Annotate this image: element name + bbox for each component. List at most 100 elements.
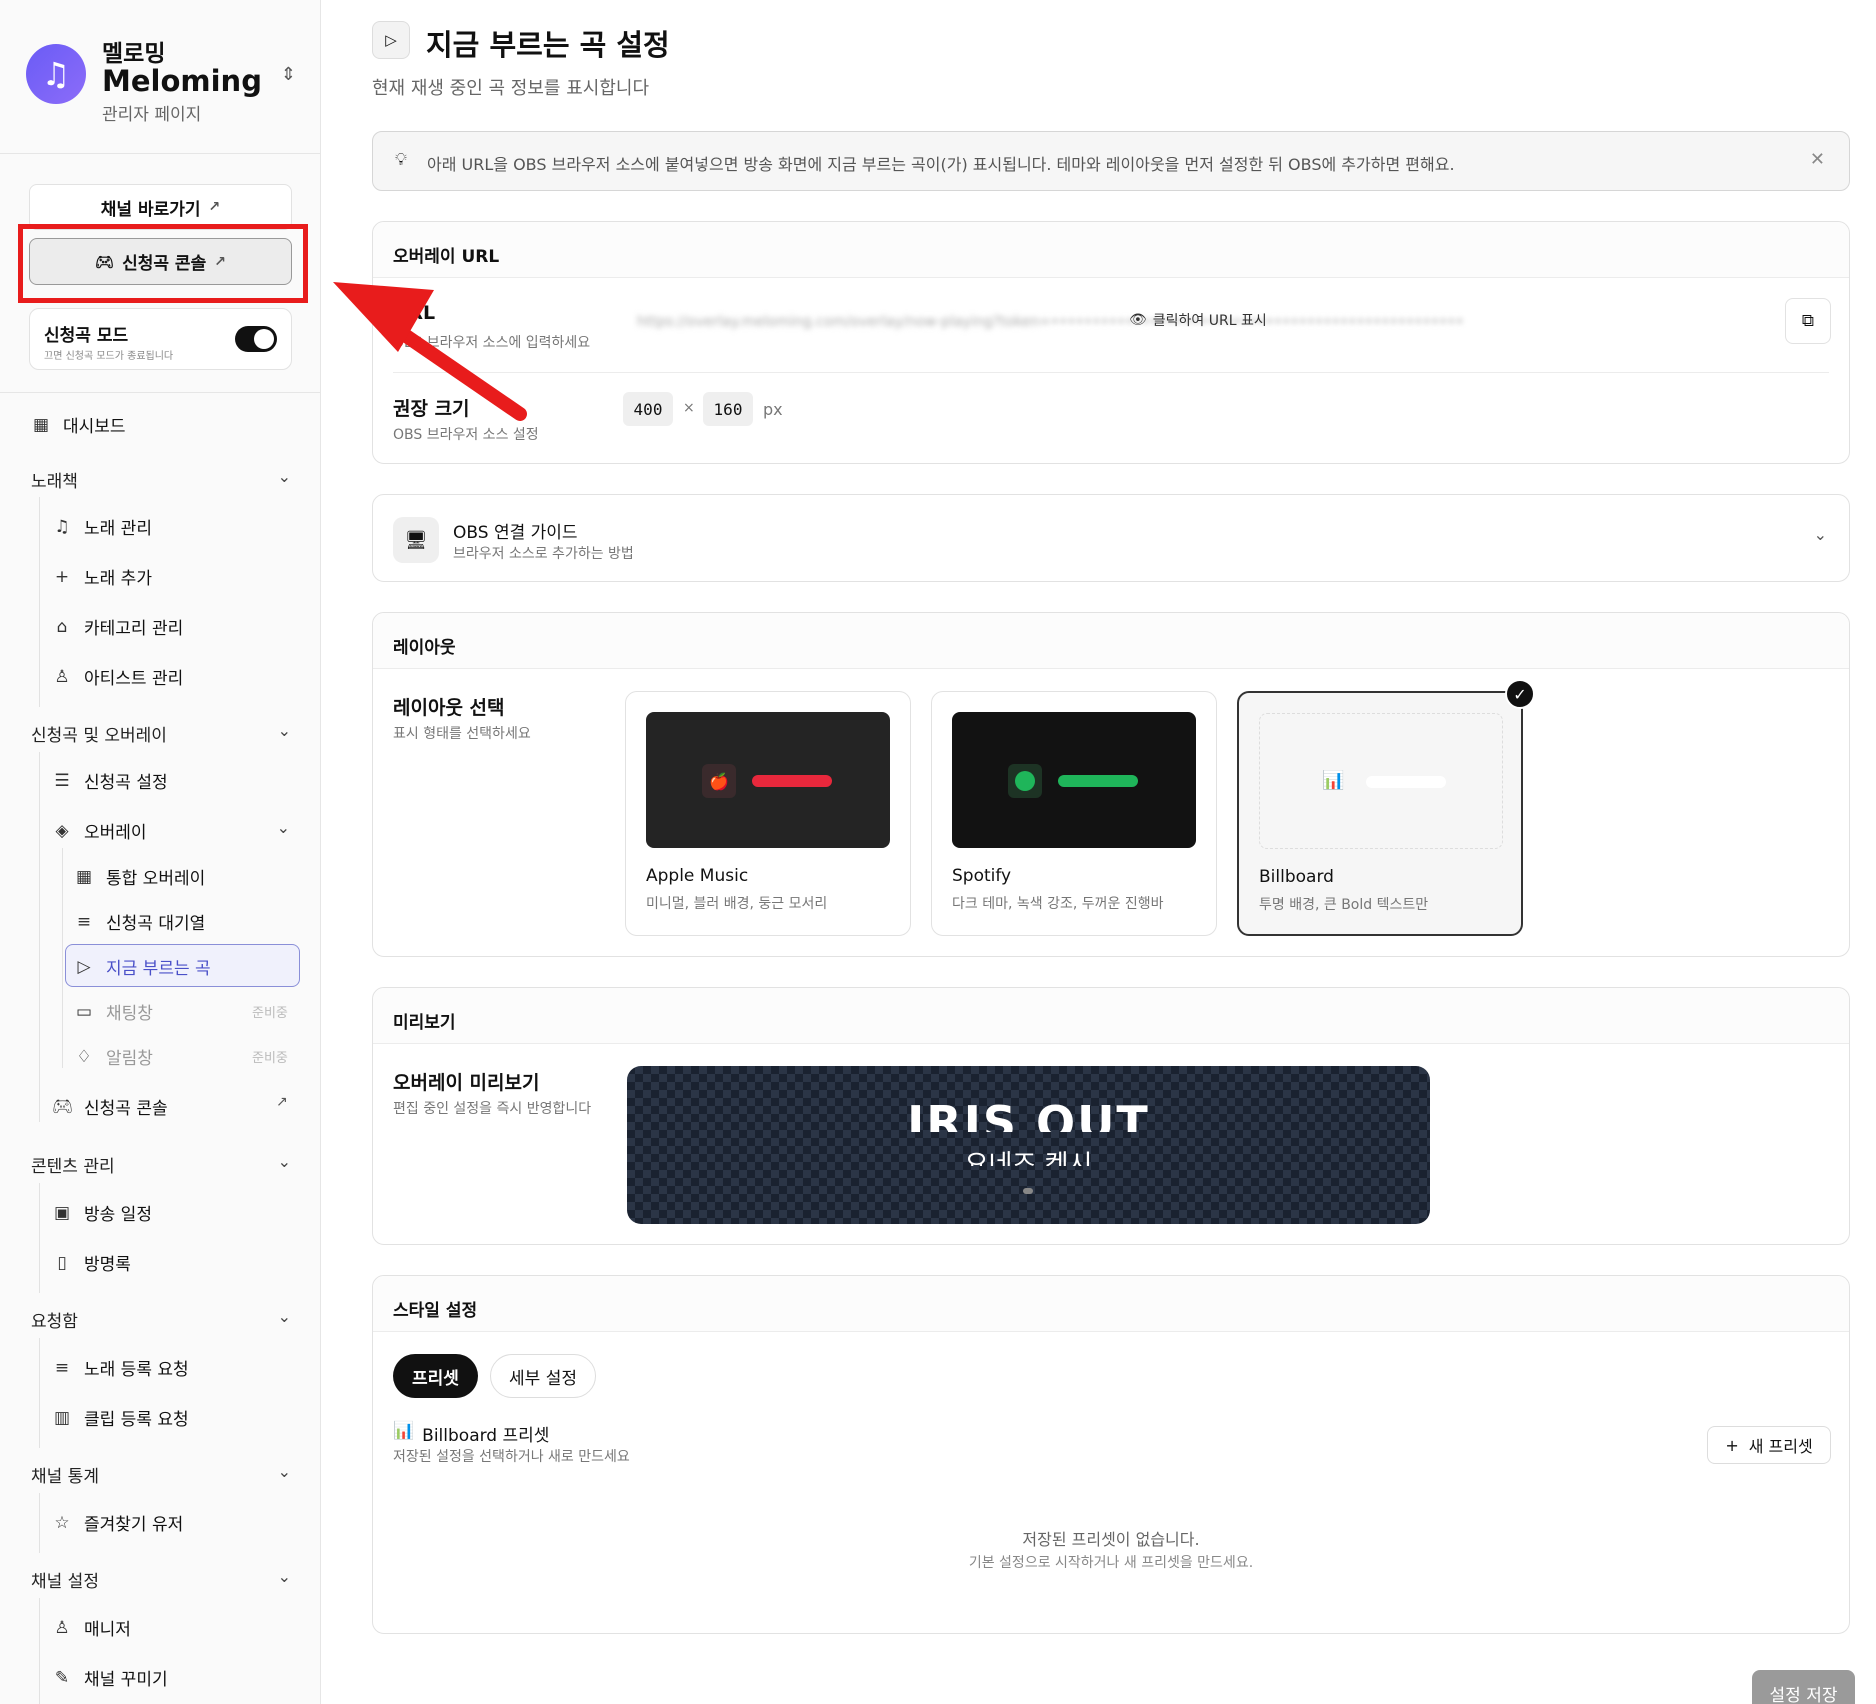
green-dot-icon	[1008, 764, 1042, 798]
sidebar-item-label: 신청곡 설정	[84, 773, 168, 793]
sidebar-item-song-add[interactable]: + 노래 추가	[52, 564, 152, 590]
preview-artist: 요네즈 켄시	[964, 1150, 1093, 1166]
channel-link-label: 채널 바로가기	[100, 199, 201, 220]
card-header: 스타일 설정	[373, 1276, 1849, 1332]
sidebar-item-manager[interactable]: ♙ 매니저	[52, 1615, 131, 1641]
tree-line	[39, 1598, 40, 1704]
sidebar-item-song-manage[interactable]: ♫ 노래 관리	[52, 514, 152, 540]
sidebar-item-now-playing-content[interactable]: ▷ 지금 부르는 곡	[74, 954, 211, 980]
eye-icon: 👁︎	[1129, 312, 1147, 328]
divider	[393, 372, 1829, 373]
style-card: 스타일 설정 프리셋 세부 설정 📊 Billboard 프리셋 저장된 설정을…	[372, 1275, 1850, 1634]
divider	[0, 392, 320, 393]
copy-url-button[interactable]: ⧉	[1785, 298, 1831, 344]
obs-guide-card[interactable]: 🖥︎ OBS 연결 가이드 브라우저 소스로 추가하는 방법 ⌄	[372, 494, 1850, 582]
layout-option-desc: 미니멀, 블러 배경, 둥근 모서리	[646, 896, 828, 912]
sidebar-item-category[interactable]: ⌂ 카테고리 관리	[52, 614, 184, 640]
overlay-preview: IRIS OUT 요네즈 켄시	[627, 1066, 1430, 1224]
sidebar-item-artist[interactable]: ♙ 아티스트 관리	[52, 664, 183, 690]
sidebar-item-label: 채팅창	[106, 1004, 153, 1024]
tree-line	[39, 1338, 40, 1448]
sidebar-item-chat: ▭ 채팅창	[74, 999, 153, 1025]
sidebar-item-dashboard[interactable]: ▦ 대시보드	[31, 412, 126, 438]
page-subtitle: 현재 재생 중인 곡 정보를 표시합니다	[372, 78, 650, 99]
sidebar-item-label: 지금 부르는 곡	[106, 959, 211, 979]
layout-preview-thumbnail: 🍎	[646, 712, 890, 848]
sidebar-item-guestbook[interactable]: ▯ 방명록	[52, 1250, 131, 1276]
group-stats[interactable]: 채널 통계 ⌄	[31, 1462, 291, 1487]
chevron-up-down-icon[interactable]: ⇕	[281, 64, 296, 85]
group-request-overlay[interactable]: 신청곡 및 오버레이 ⌄	[31, 721, 291, 746]
calendar-icon: ▣	[53, 1202, 71, 1223]
external-link-icon[interactable]: ↗	[276, 1094, 288, 1110]
tree-line	[39, 497, 40, 707]
copy-icon: ⧉	[1801, 311, 1815, 331]
sidebar-item-request-console[interactable]: 🎮︎ 신청곡 콘솔	[52, 1094, 168, 1120]
recommended-size-sublabel: OBS 브라우저 소스 설정	[393, 427, 539, 443]
card-header: 미리보기	[373, 988, 1849, 1044]
overlay-preview-sublabel: 편집 중인 설정을 즉시 반영합니다	[393, 1101, 592, 1117]
brand[interactable]: ♫ 멜로밍 Meloming 관리자 페이지 ⇕	[26, 34, 296, 126]
url-sublabel: OBS 브라우저 소스에 입력하세요	[393, 335, 591, 351]
plus-icon: +	[1725, 1435, 1739, 1455]
layout-option-billboard[interactable]: 📊 Billboard 투명 배경, 큰 Bold 텍스트만 ✓	[1237, 679, 1535, 936]
sidebar-item-decorate[interactable]: ✎ 채널 꾸미기	[52, 1665, 168, 1691]
reveal-url-button[interactable]: 👁︎ 클릭하여 URL 표시	[1129, 310, 1267, 330]
preset-title-text: Billboard 프리셋	[422, 1426, 550, 1446]
sidebar-item-label: 클립 등록 요청	[84, 1410, 189, 1430]
chevron-down-icon: ⌄	[277, 1462, 291, 1481]
sidebar-item-request-queue[interactable]: ≡ 신청곡 대기열	[74, 909, 205, 935]
new-preset-label: 새 프리셋	[1748, 1437, 1813, 1456]
sidebar-item-label: 오버레이	[84, 823, 147, 843]
music-note-logo-icon: ♫	[26, 44, 86, 104]
sidebar-item-overlay[interactable]: ◈ 오버레이	[52, 818, 147, 844]
sidebar-item-unified-overlay[interactable]: ▦ 통합 오버레이	[74, 864, 206, 890]
sidebar-item-request-settings[interactable]: ☰ 신청곡 설정	[52, 768, 168, 794]
preset-title: 📊 Billboard 프리셋	[393, 1421, 549, 1446]
sidebar-item-favorite-users[interactable]: ☆ 즐겨찾기 유저	[52, 1510, 183, 1536]
group-songbook[interactable]: 노래책 ⌄	[31, 467, 291, 492]
sidebar-item-schedule[interactable]: ▣ 방송 일정	[52, 1200, 152, 1226]
close-icon[interactable]: ✕	[1810, 149, 1825, 170]
user-key-icon: ♙	[54, 1617, 70, 1638]
save-settings-button[interactable]: 설정 저장	[1752, 1670, 1855, 1704]
chat-bubble-icon: ▭	[75, 1001, 93, 1022]
overlay-preview-label: 오버레이 미리보기	[393, 1072, 540, 1094]
group-content[interactable]: 콘텐츠 관리 ⌄	[31, 1152, 291, 1177]
gamepad-icon: 🎮︎	[52, 1096, 74, 1117]
chevron-down-icon[interactable]: ⌄	[1814, 525, 1827, 544]
queue-icon: ≡	[76, 911, 92, 932]
brand-name-en: Meloming	[102, 64, 262, 98]
group-label: 콘텐츠 관리	[31, 1157, 115, 1177]
sidebar-item-label: 방명록	[84, 1255, 131, 1275]
group-inbox[interactable]: 요청함 ⌄	[31, 1307, 291, 1332]
new-preset-button[interactable]: + 새 프리셋	[1707, 1426, 1831, 1464]
times-sign: ×	[683, 400, 695, 416]
sidebar-item-song-request[interactable]: ≡ 노래 등록 요청	[52, 1355, 189, 1381]
request-mode-toggle[interactable]	[235, 326, 277, 352]
sidebar-item-label: 노래 관리	[84, 519, 152, 539]
recommended-size-label: 권장 크기	[393, 398, 470, 420]
sidebar-item-label: 노래 추가	[84, 569, 152, 589]
layout-preview-thumbnail	[952, 712, 1196, 848]
sidebar-item-clip-request[interactable]: ▥ 클립 등록 요청	[52, 1405, 189, 1431]
sidebar-item-label: 통합 오버레이	[106, 869, 206, 889]
preview-song-title: IRIS OUT	[907, 1096, 1150, 1132]
empty-state-subtitle: 기본 설정으로 시작하거나 새 프리셋을 만드세요.	[968, 1555, 1254, 1571]
tab-detail-settings[interactable]: 세부 설정	[490, 1354, 596, 1398]
card-header: 레이아웃	[373, 613, 1849, 669]
tab-presets[interactable]: 프리셋	[393, 1354, 478, 1398]
empty-state-title: 저장된 프리셋이 없습니다.	[1022, 1530, 1200, 1549]
layout-preview-thumbnail: 📊	[1259, 713, 1503, 849]
brand-name-ko: 멜로밍	[102, 41, 166, 67]
bell-icon: ♢	[76, 1046, 92, 1067]
music-note-icon: ♫	[54, 516, 70, 537]
brand-subtitle: 관리자 페이지	[102, 105, 202, 125]
user-icon: ♙	[54, 666, 70, 687]
layout-option-spotify[interactable]: Spotify 다크 테마, 녹색 강조, 두꺼운 진행바	[931, 691, 1217, 936]
sidebar: ♫ 멜로밍 Meloming 관리자 페이지 ⇕ 채널 바로가기 ↗ 🎮︎ 신청…	[0, 0, 321, 1704]
group-channel-settings[interactable]: 채널 설정 ⌄	[31, 1567, 291, 1592]
request-mode-title: 신청곡 모드	[44, 326, 129, 346]
preview-card: 미리보기 오버레이 미리보기 편집 중인 설정을 즉시 반영합니다 IRIS O…	[372, 987, 1850, 1245]
layout-option-apple-music[interactable]: 🍎 Apple Music 미니멀, 블러 배경, 둥근 모서리	[625, 691, 911, 936]
